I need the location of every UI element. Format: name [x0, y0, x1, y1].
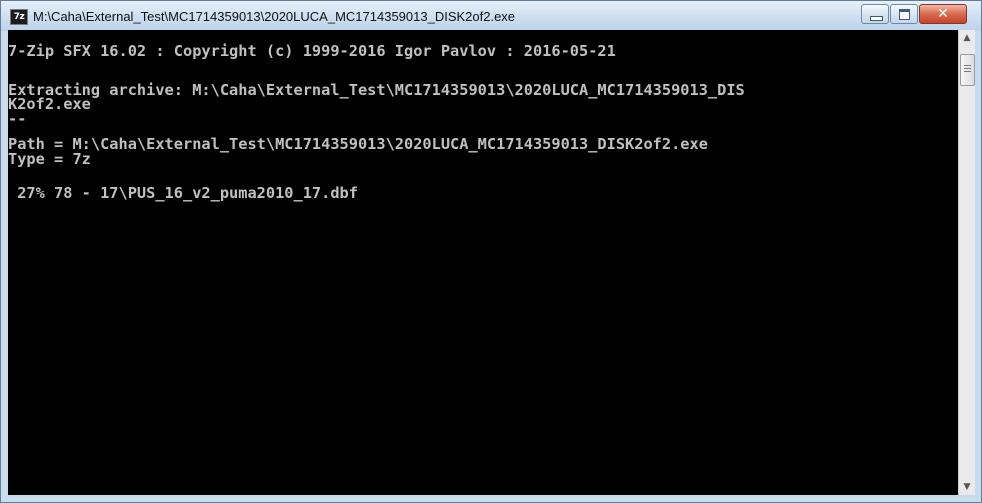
- console-line-progress: 27% 78 - 17\PUS_16_v2_puma2010_17.dbf: [8, 184, 358, 202]
- close-icon: ✕: [937, 6, 949, 22]
- maximize-button[interactable]: [890, 4, 918, 24]
- vertical-scrollbar[interactable]: ▲ ▼: [958, 30, 975, 495]
- scroll-thumb[interactable]: [960, 54, 975, 86]
- title-bar[interactable]: 7z M:\Caha\External_Test\MC1714359013\20…: [1, 1, 981, 31]
- console-line-extracting: Extracting archive: M:\Caha\External_Tes…: [8, 81, 745, 99]
- minimize-button[interactable]: [861, 4, 889, 24]
- maximize-icon: [899, 9, 910, 20]
- minimize-icon: [870, 16, 883, 21]
- grip-line: [964, 71, 971, 72]
- chevron-down-icon[interactable]: ▼: [959, 479, 975, 495]
- grip-line: [964, 68, 971, 69]
- console-line-separator: --: [8, 110, 27, 128]
- console-line-copyright: 7-Zip SFX 16.02 : Copyright (c) 1999-201…: [8, 42, 616, 60]
- close-button[interactable]: ✕: [919, 4, 967, 24]
- 7zip-app-icon[interactable]: 7z: [10, 9, 28, 25]
- console-line-path: Path = M:\Caha\External_Test\MC171435901…: [8, 135, 708, 153]
- grip-line: [964, 65, 971, 66]
- console-window: 7z M:\Caha\External_Test\MC1714359013\20…: [0, 0, 982, 503]
- window-title: M:\Caha\External_Test\MC1714359013\2020L…: [33, 9, 516, 24]
- console-line-type: Type = 7z: [8, 150, 91, 168]
- console-output[interactable]: 7-Zip SFX 16.02 : Copyright (c) 1999-201…: [8, 30, 958, 495]
- chevron-up-icon[interactable]: ▲: [959, 30, 975, 46]
